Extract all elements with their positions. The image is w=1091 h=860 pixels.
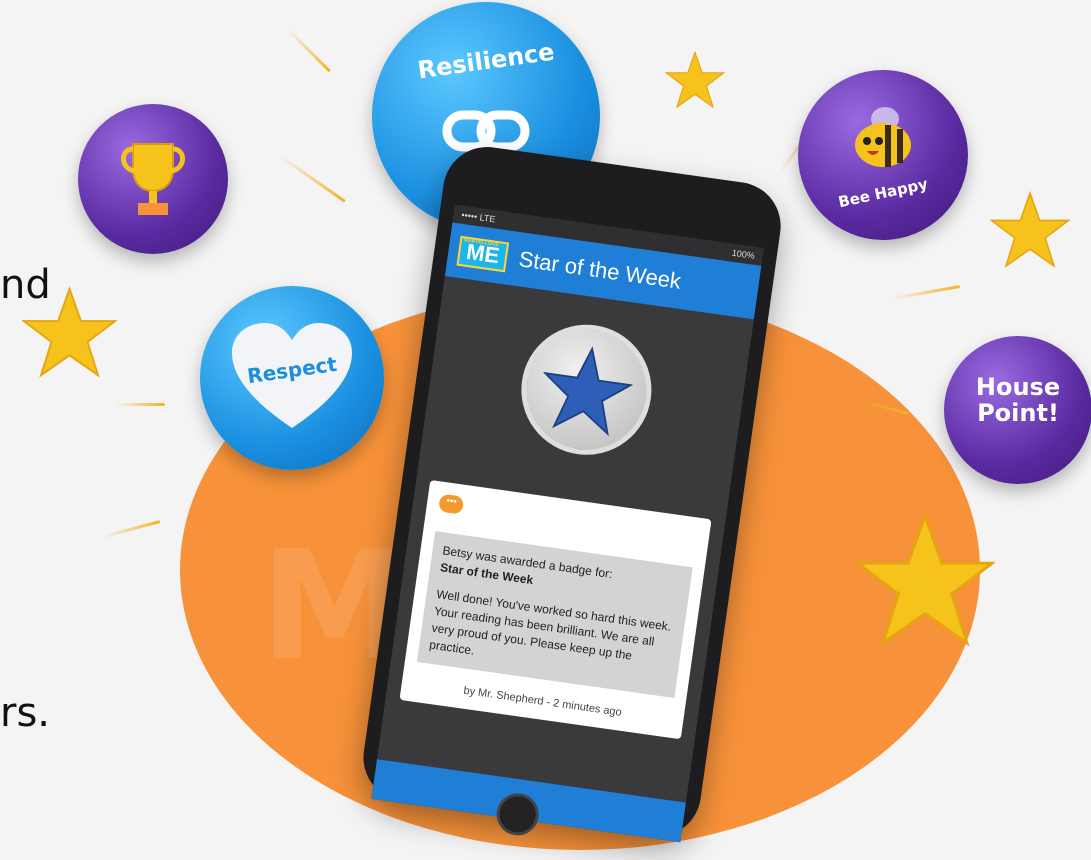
- marvellous-me-logo: MARVELLOUS ME: [456, 235, 510, 273]
- house-point-line-1: House: [975, 373, 1061, 401]
- star-streak: [278, 154, 346, 203]
- notification-card[interactable]: ••• Betsy was awarded a badge for: Star …: [399, 479, 712, 740]
- star-streak: [101, 520, 161, 539]
- screen-title: Star of the Week: [517, 246, 683, 294]
- trophy-badge: [78, 104, 228, 254]
- awarded-badge: [512, 316, 660, 464]
- bee-icon: [855, 107, 911, 167]
- slide-text-fragment-bottom: rs.: [0, 690, 50, 736]
- phone-screen: ••••• LTE 100% MARVELLOUS ME Star of the…: [371, 204, 764, 843]
- bee-happy-badge: Bee Happy: [798, 70, 968, 240]
- gold-star-icon: [855, 511, 995, 647]
- house-point-line-2: Point!: [977, 399, 1059, 427]
- gold-star-icon: [22, 285, 117, 378]
- trophy-icon: [121, 143, 185, 215]
- respect-badge: Respect: [200, 286, 384, 470]
- resilience-label: Resilience: [415, 37, 557, 85]
- message-box: Betsy was awarded a badge for: Star of t…: [416, 531, 693, 699]
- house-point-label: House Point!: [944, 374, 1091, 426]
- chat-bubble-icon: •••: [438, 493, 465, 515]
- house-point-badge: House Point!: [944, 336, 1091, 484]
- gold-star-icon: [665, 50, 725, 109]
- carrier-signal: ••••• LTE: [460, 209, 497, 225]
- star-streak: [890, 285, 961, 301]
- battery-level: 100%: [731, 247, 756, 261]
- gold-star-icon: [990, 190, 1070, 269]
- blue-star-icon: [542, 346, 634, 437]
- star-streak: [286, 28, 332, 73]
- star-streak: [115, 403, 165, 406]
